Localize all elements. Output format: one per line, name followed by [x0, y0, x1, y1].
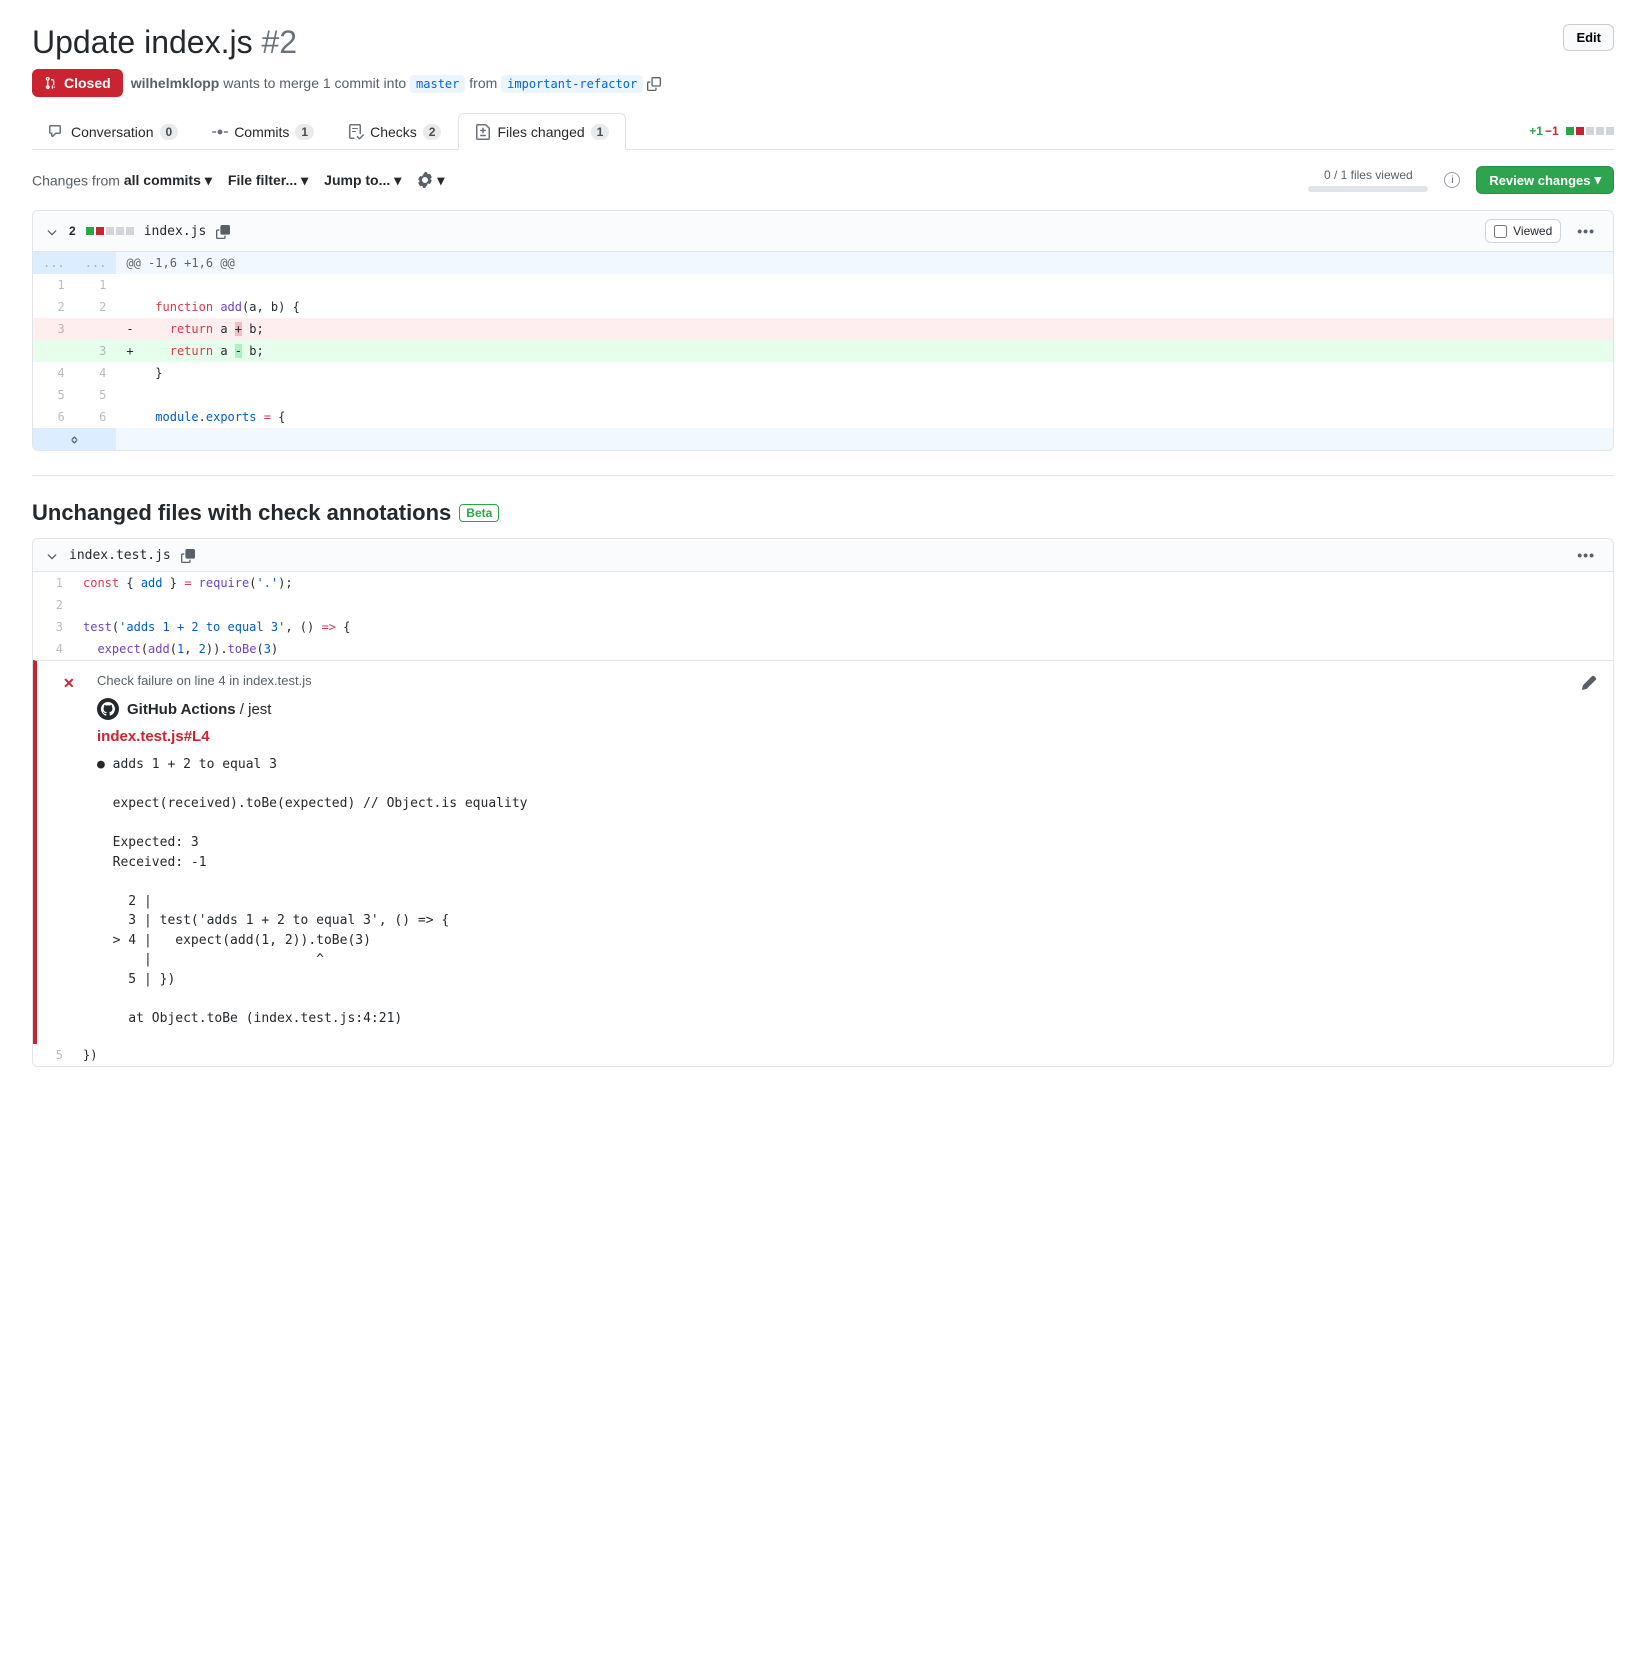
annotation-body: ● adds 1 + 2 to equal 3 expect(received)…: [97, 755, 1597, 1028]
line-number[interactable]: 5: [33, 1044, 73, 1066]
file-diff-icon: [475, 124, 491, 140]
checklist-icon: [348, 124, 364, 140]
line-number-new[interactable]: 3: [75, 340, 117, 362]
check-annotation: ✕ Check failure on line 4 in index.test.…: [33, 660, 1613, 1044]
file-menu-button[interactable]: •••: [1571, 223, 1601, 239]
code-line: - return a + b;: [116, 318, 1613, 340]
line-number[interactable]: 3: [33, 616, 73, 638]
checks-count: 2: [423, 124, 442, 140]
review-changes-button[interactable]: Review changes ▾: [1476, 166, 1614, 194]
line-number-new[interactable]: 5: [75, 384, 117, 406]
line-number-old[interactable]: 4: [33, 362, 75, 384]
line-number-new[interactable]: 2: [75, 296, 117, 318]
base-branch[interactable]: master: [410, 75, 465, 93]
code-line: function add(a, b) {: [116, 296, 1613, 318]
diff-file-index-js: 2 index.js Viewed ••• ......@@ -1,6 +1,6…: [32, 210, 1614, 451]
code-line: }): [73, 1044, 1613, 1066]
git-commit-icon: [212, 124, 228, 140]
beta-badge: Beta: [459, 504, 499, 522]
code-line: [73, 594, 1613, 616]
line-number[interactable]: 4: [33, 638, 73, 660]
divider: [32, 475, 1614, 476]
state-label: Closed: [64, 75, 111, 91]
code-line: [116, 384, 1613, 406]
file-menu-button[interactable]: •••: [1571, 547, 1601, 563]
expand-icon[interactable]: [33, 428, 116, 450]
head-branch[interactable]: important-refactor: [501, 75, 643, 93]
author-link[interactable]: wilhelmklopp: [131, 75, 220, 91]
file-header: 2 index.js Viewed •••: [33, 211, 1613, 252]
diffstat: +1 −1: [1529, 124, 1614, 138]
line-number-new[interactable]: 1: [75, 274, 117, 296]
code-line: [116, 274, 1613, 296]
line-number-new[interactable]: [75, 318, 117, 340]
line-number-old[interactable]: 2: [33, 296, 75, 318]
state-badge: Closed: [32, 69, 123, 97]
line-number[interactable]: 1: [33, 572, 73, 594]
copy-path-icon[interactable]: [181, 547, 195, 563]
code-line: const { add } = require('.');: [73, 572, 1613, 594]
diff-file-index-test-js: index.test.js ••• 1const { add } = requi…: [32, 538, 1614, 1067]
code-line: }: [116, 362, 1613, 384]
info-icon[interactable]: i: [1444, 172, 1460, 188]
diff-table: ......@@ -1,6 +1,6 @@ 11 22 function add…: [33, 252, 1613, 450]
line-number[interactable]: 2: [33, 594, 73, 616]
pr-number: #2: [261, 24, 297, 60]
git-pull-request-icon: [44, 76, 58, 90]
pr-title-text: Update index.js: [32, 24, 253, 60]
file-name[interactable]: index.js: [144, 224, 207, 239]
chevron-down-icon[interactable]: [45, 547, 59, 563]
annotation-title: Check failure on line 4 in index.test.js: [97, 673, 1597, 688]
annotations-section-title: Unchanged files with check annotations B…: [32, 500, 1614, 526]
tab-checks[interactable]: Checks 2: [331, 113, 458, 150]
pr-tabs: Conversation 0 Commits 1 Checks 2 Files …: [32, 113, 1614, 150]
file-name[interactable]: index.test.js: [69, 548, 171, 563]
tab-conversation[interactable]: Conversation 0: [32, 113, 195, 150]
code-line: test('adds 1 + 2 to equal 3', () => {: [73, 616, 1613, 638]
gear-icon: [417, 172, 433, 188]
source-table: 1const { add } = require('.');23test('ad…: [33, 572, 1613, 660]
copy-path-icon[interactable]: [216, 223, 230, 239]
hunk-header: @@ -1,6 +1,6 @@: [116, 252, 1613, 274]
code-line: expect(add(1, 2)).toBe(3): [73, 638, 1613, 660]
line-number-old[interactable]: [33, 340, 75, 362]
x-icon: ✕: [63, 675, 75, 692]
line-number-new[interactable]: 4: [75, 362, 117, 384]
line-number-old[interactable]: 1: [33, 274, 75, 296]
pr-meta: Closed wilhelmklopp wants to merge 1 com…: [32, 69, 1614, 97]
copy-branch-icon[interactable]: [647, 75, 661, 91]
github-logo-icon: [97, 698, 119, 720]
jump-to-select[interactable]: Jump to... ▾: [324, 172, 401, 189]
edit-button[interactable]: Edit: [1563, 24, 1614, 51]
viewed-progress: 0 / 1 files viewed: [1308, 168, 1428, 192]
commits-count: 1: [295, 124, 314, 140]
line-number-old[interactable]: 3: [33, 318, 75, 340]
changes-from-select[interactable]: Changes from all commits ▾: [32, 172, 212, 189]
annotation-link[interactable]: index.test.js#L4: [97, 728, 1597, 745]
merge-description: wilhelmklopp wants to merge 1 commit int…: [131, 75, 661, 91]
file-filter-select[interactable]: File filter... ▾: [228, 172, 308, 189]
chevron-down-icon[interactable]: [45, 223, 59, 239]
tab-commits[interactable]: Commits 1: [195, 113, 331, 150]
annotation-source: GitHub Actions / jest: [97, 698, 1597, 720]
file-change-count: 2: [69, 224, 76, 238]
line-number-new[interactable]: 6: [75, 406, 117, 428]
diff-settings-button[interactable]: ▾: [417, 172, 444, 189]
code-line: + return a - b;: [116, 340, 1613, 362]
tab-files-changed[interactable]: Files changed 1: [458, 113, 626, 150]
line-number-old[interactable]: 6: [33, 406, 75, 428]
line-number-old[interactable]: 5: [33, 384, 75, 406]
comment-discussion-icon: [49, 124, 65, 140]
code-line: module.exports = {: [116, 406, 1613, 428]
viewed-checkbox[interactable]: Viewed: [1485, 219, 1561, 243]
diff-toolbar: Changes from all commits ▾ File filter..…: [32, 166, 1614, 194]
conversation-count: 0: [160, 124, 179, 140]
files-count: 1: [591, 124, 610, 140]
progress-bar: [1308, 186, 1428, 192]
annotation-edit-icon[interactable]: [1581, 673, 1597, 690]
file-header: index.test.js •••: [33, 539, 1613, 572]
pr-title: Update index.js #2: [32, 24, 297, 61]
